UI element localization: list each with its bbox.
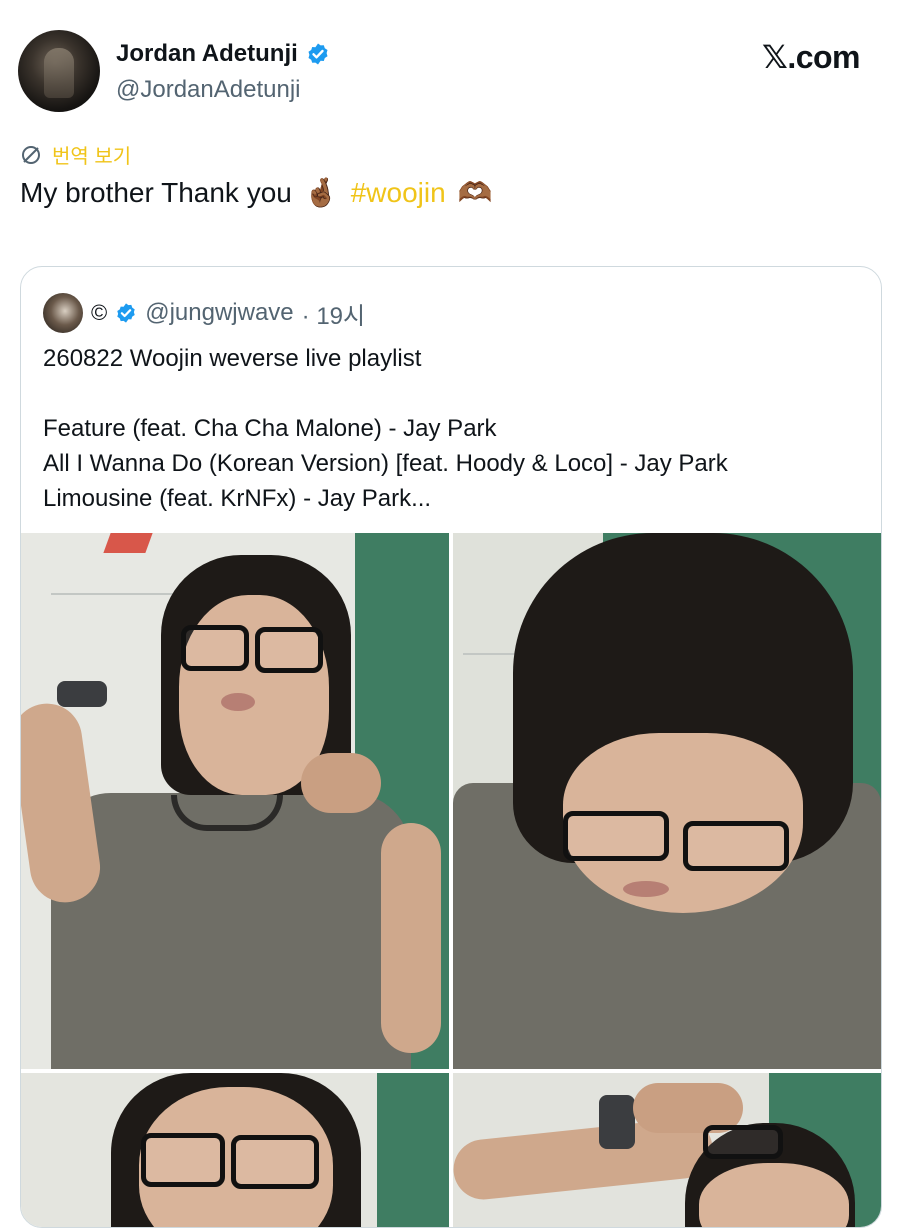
quoted-author-name[interactable]: © bbox=[91, 300, 107, 326]
quoted-author-handle[interactable]: @jungwjwave bbox=[145, 299, 293, 327]
quoted-author-avatar[interactable] bbox=[43, 293, 83, 333]
media-photo-2[interactable] bbox=[453, 533, 881, 1069]
media-photo-3[interactable] bbox=[21, 1073, 449, 1227]
media-grid bbox=[21, 533, 881, 1227]
author-handle[interactable]: @JordanAdetunji bbox=[116, 76, 300, 104]
quoted-text-line: All I Wanna Do (Korean Version) [feat. H… bbox=[43, 450, 728, 477]
tweet-body-text: My brother Thank you bbox=[20, 176, 292, 208]
translate-label[interactable]: 번역 보기 bbox=[52, 140, 131, 169]
verified-badge-icon bbox=[308, 43, 328, 65]
translate-link[interactable]: 번역 보기 bbox=[20, 140, 131, 169]
author-name-row: Jordan Adetunji bbox=[116, 40, 330, 68]
quoted-text-line: 260822 Woojin weverse live playlist bbox=[43, 345, 422, 372]
media-photo-4[interactable] bbox=[453, 1073, 881, 1227]
author-name[interactable]: Jordan Adetunji bbox=[116, 40, 298, 68]
quoted-text-line: Limousine (feat. KrNFx) - Jay Park... bbox=[43, 485, 432, 512]
quoted-timestamp[interactable]: · 19시 bbox=[302, 296, 365, 331]
hashtag-link[interactable]: #woojin bbox=[351, 177, 446, 209]
heart-hands-emoji: 🫶🏾 bbox=[457, 177, 493, 208]
crossed-fingers-emoji: 🤞🏾 bbox=[303, 177, 339, 208]
translate-icon bbox=[22, 145, 40, 164]
quoted-tweet[interactable]: © @jungwjwave · 19시 260822 Woojin wevers… bbox=[20, 266, 882, 1228]
media-photo-1[interactable] bbox=[21, 533, 449, 1069]
verified-badge-icon bbox=[117, 303, 135, 323]
author-avatar[interactable] bbox=[18, 30, 100, 112]
tweet-text: My brother Thank you 🤞🏾 #woojin 🫶🏾 bbox=[20, 176, 493, 209]
quoted-text-line: Feature (feat. Cha Cha Malone) - Jay Par… bbox=[43, 415, 497, 442]
quoted-tweet-header: © @jungwjwave · 19시 bbox=[43, 293, 365, 333]
tweet-header: Jordan Adetunji @JordanAdetunji 𝕏.com bbox=[18, 30, 882, 114]
x-com-logo: 𝕏.com bbox=[762, 39, 860, 75]
quoted-tweet-text: 260822 Woojin weverse live playlist Feat… bbox=[43, 341, 863, 516]
